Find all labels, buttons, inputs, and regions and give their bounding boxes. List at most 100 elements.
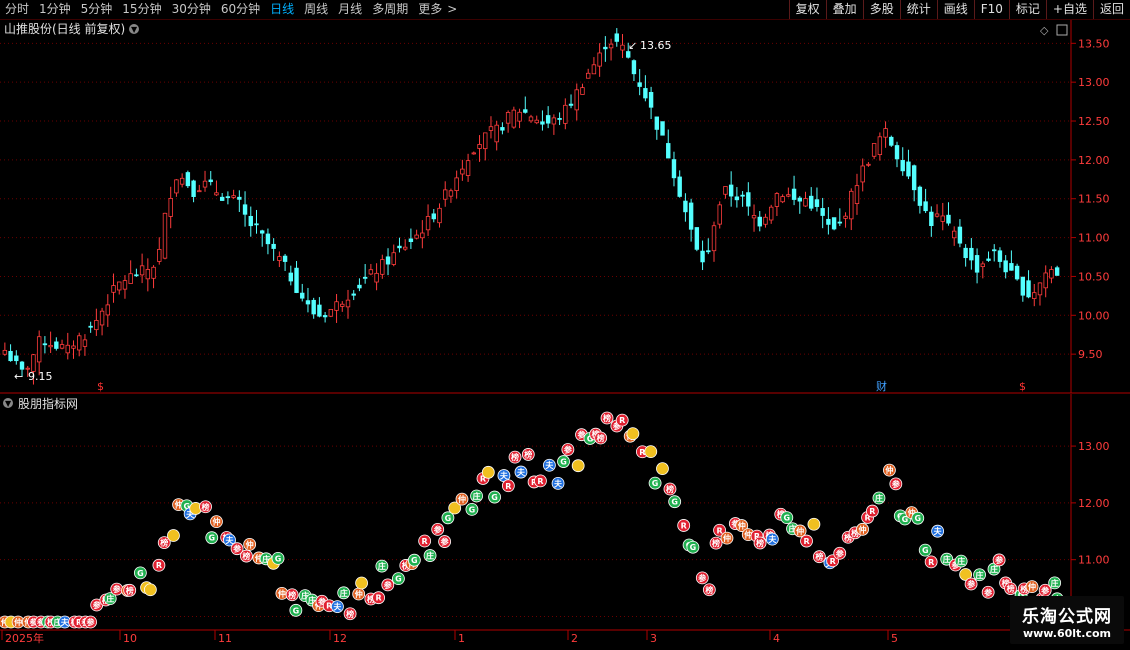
candle-body	[1049, 269, 1054, 279]
candle-body	[620, 44, 625, 51]
indicator-signal-icon: G	[407, 553, 421, 567]
candle-body	[614, 33, 619, 42]
candle-body	[877, 136, 883, 155]
signal-glyph: G	[411, 556, 418, 565]
candle-body	[866, 163, 871, 166]
candle-body	[300, 292, 305, 299]
candle-body	[31, 354, 36, 372]
event-marker-dollar-2[interactable]: $	[1019, 380, 1026, 393]
candle-body	[746, 192, 751, 207]
panel-toggle-icon[interactable]	[1056, 24, 1068, 36]
candle-body	[906, 161, 911, 177]
event-marker-finance[interactable]: 财	[876, 379, 887, 393]
candle-body	[551, 117, 557, 125]
candle-body	[82, 339, 88, 347]
time-tick-label: 11	[218, 632, 232, 645]
signal-badge	[656, 462, 669, 476]
candle-body	[248, 215, 253, 227]
candle-body	[162, 212, 168, 259]
candle-body	[328, 308, 334, 317]
signal-glyph: 榜	[524, 449, 532, 459]
candle-body	[151, 266, 156, 279]
candle-body	[8, 350, 13, 362]
signal-glyph: 夫	[332, 602, 342, 612]
indicator-signal-icon: 榜	[123, 583, 137, 597]
signal-badge	[143, 583, 157, 597]
candle-body	[242, 204, 248, 215]
indicator-signal-icon: 仲	[856, 522, 869, 536]
indicator-signal-icon	[481, 465, 495, 479]
signal-glyph: 仲	[278, 588, 286, 598]
candle-body	[391, 252, 396, 265]
price-tick-label: 12.50	[1078, 115, 1110, 128]
signal-glyph: 参	[891, 479, 901, 489]
candle-body	[471, 152, 477, 155]
signal-glyph: 庄	[875, 493, 883, 503]
indicator-signal-icon: R	[152, 558, 166, 572]
signal-glyph: R	[376, 594, 382, 603]
signal-glyph: G	[671, 498, 678, 507]
time-tick-label: 5	[891, 632, 898, 645]
indicator-signal-icon	[644, 445, 658, 459]
signal-glyph: 参	[983, 587, 993, 597]
candle-body	[500, 127, 505, 131]
signal-glyph: 榜	[705, 585, 713, 595]
signal-badge	[626, 427, 640, 441]
candle-body	[957, 226, 963, 244]
candle-body	[517, 111, 522, 122]
diamond-icon[interactable]: ◇	[1040, 24, 1049, 37]
signal-glyph: G	[395, 575, 402, 584]
signal-glyph: 参	[112, 584, 122, 594]
indicator-signal-icon: R	[800, 534, 813, 548]
candle-body	[477, 144, 482, 149]
signal-glyph: 参	[966, 579, 976, 589]
signal-glyph: 仲	[1028, 582, 1036, 592]
candle-body	[809, 195, 814, 209]
candle-body	[666, 143, 671, 159]
signal-glyph: 榜	[666, 484, 674, 494]
signal-glyph: 庄	[957, 556, 965, 566]
candle-body	[580, 87, 585, 95]
time-tick-label: 2	[571, 632, 578, 645]
candle-body	[145, 269, 151, 280]
candle-body	[940, 215, 945, 222]
indicator-signal-icon: 仲	[243, 537, 257, 551]
candle-body	[568, 103, 574, 106]
price-tick-label: 13.50	[1078, 37, 1110, 50]
indicator-signal-icon: 夫	[551, 476, 565, 490]
signal-glyph: R	[537, 477, 543, 486]
indicator-signal-icon: G	[488, 490, 501, 504]
signal-glyph: 榜	[756, 538, 764, 548]
candle-body	[1009, 263, 1014, 271]
indicator-signal-icon: R	[534, 474, 547, 488]
signal-badge	[644, 445, 658, 459]
candle-body	[345, 299, 351, 308]
signal-glyph: 仲	[14, 617, 22, 627]
signal-glyph: 榜	[242, 551, 250, 561]
candle-body	[128, 273, 133, 284]
candle-body	[986, 258, 991, 261]
candle-body	[54, 341, 59, 349]
candle-body	[534, 119, 539, 124]
candle-body	[237, 196, 242, 200]
indicator-signal-icon: 榜	[343, 607, 357, 621]
candle-body	[1054, 267, 1060, 276]
candle-body	[626, 51, 631, 58]
indicator-signal-icon: 庄	[973, 568, 986, 582]
signal-glyph: 仲	[738, 521, 746, 531]
candle-body	[368, 269, 374, 275]
signal-glyph: 榜	[603, 413, 611, 423]
indicator-signal-icon: 夫	[514, 465, 528, 479]
candle-body	[277, 256, 282, 261]
candle-body	[694, 227, 700, 250]
signal-glyph: 参	[994, 555, 1004, 565]
candle-body	[402, 246, 408, 250]
candle-body	[42, 343, 48, 346]
signal-glyph: G	[652, 479, 659, 488]
candle-body	[717, 204, 722, 225]
indicator-signal-icon: 榜	[240, 549, 253, 563]
signal-glyph: 参	[697, 573, 707, 583]
candle-body	[911, 165, 917, 191]
event-marker-dollar[interactable]: $	[97, 380, 104, 393]
signal-glyph: 庄	[943, 554, 951, 564]
